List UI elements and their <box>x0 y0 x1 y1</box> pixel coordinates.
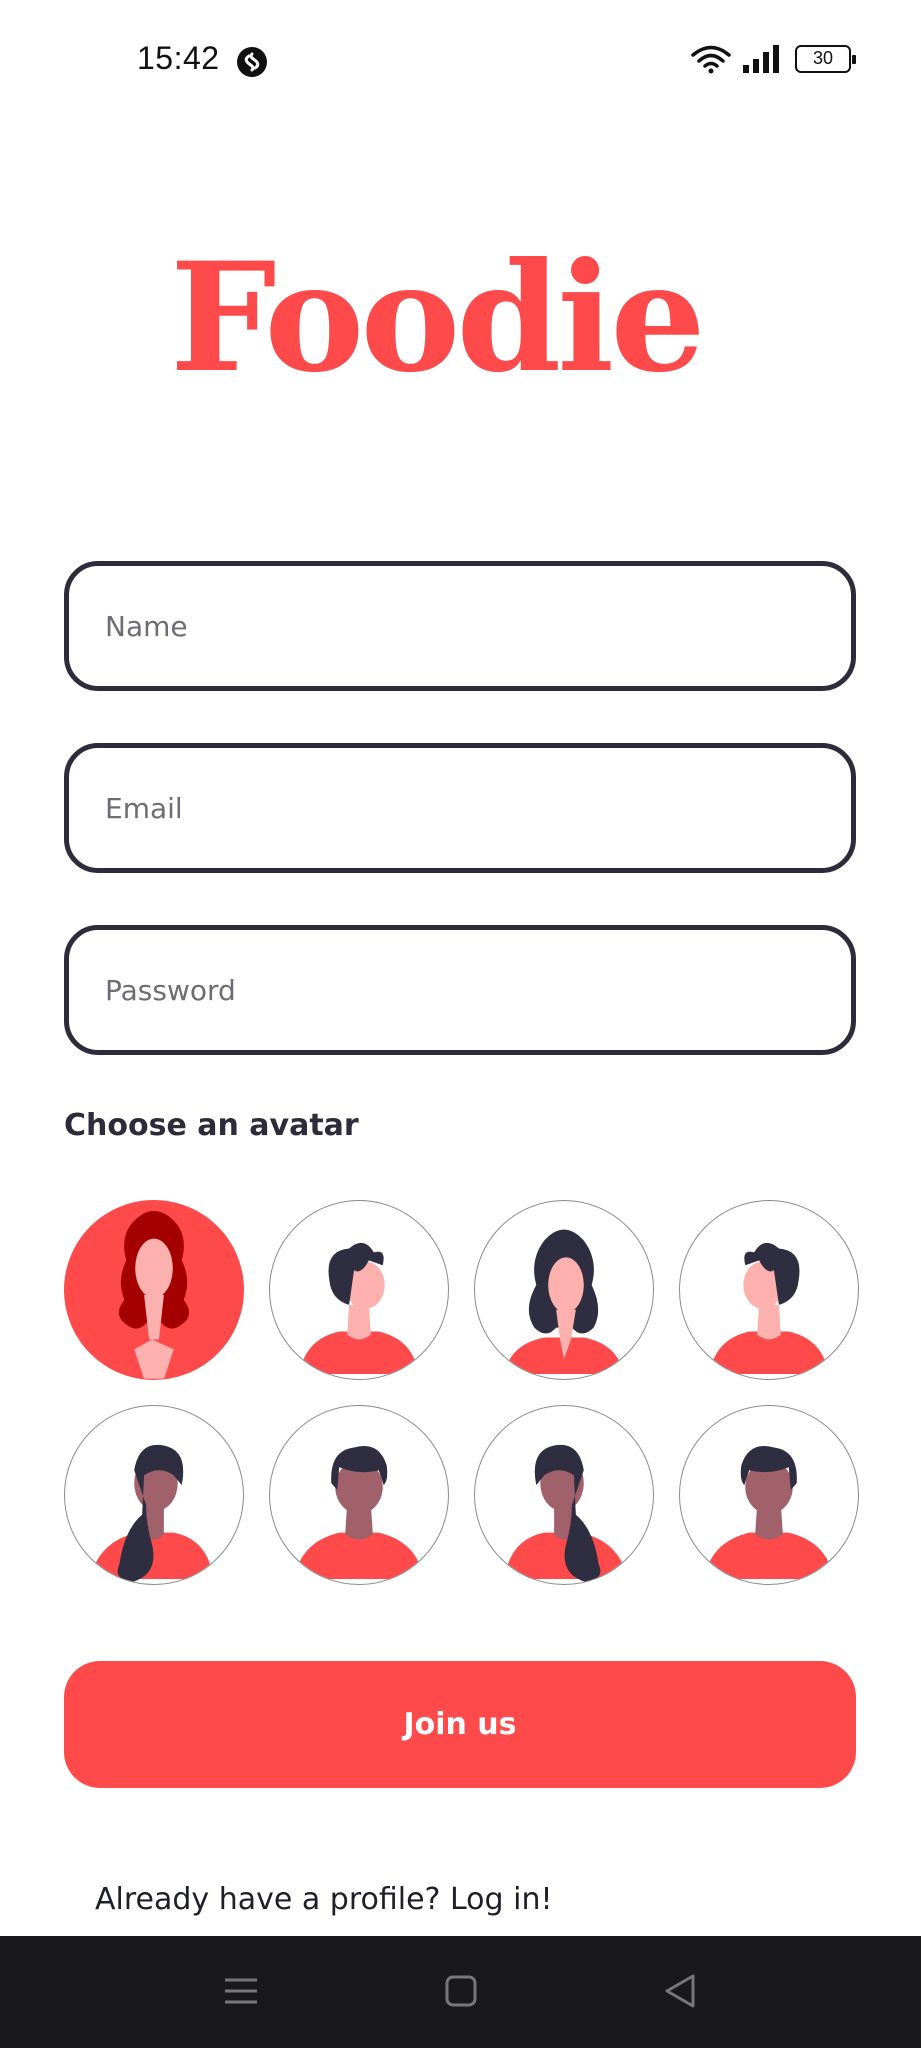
back-triangle-icon[interactable] <box>655 1966 705 2016</box>
name-field[interactable] <box>64 561 856 691</box>
system-nav-bar <box>0 1936 921 2048</box>
avatar-option-3[interactable] <box>474 1200 654 1380</box>
email-field[interactable] <box>64 743 856 873</box>
foodie-logo: Foodie <box>170 235 706 395</box>
avatar-option-7[interactable] <box>474 1405 654 1585</box>
avatar-option-2[interactable] <box>269 1200 449 1380</box>
man-avatar-icon <box>709 1242 829 1375</box>
password-field[interactable] <box>64 925 856 1055</box>
woman-avatar-icon <box>118 1210 190 1379</box>
wifi-icon <box>691 45 731 74</box>
woman-avatar-icon <box>89 1444 214 1583</box>
password-input[interactable] <box>69 930 851 1050</box>
login-link[interactable]: Already have a profile? Log in! <box>95 1882 553 1917</box>
shazam-icon <box>237 47 267 77</box>
status-icons: 30 <box>691 44 856 74</box>
menu-icon[interactable] <box>215 1966 265 2016</box>
woman-avatar-icon <box>504 1444 629 1583</box>
status-bar: 15:42 30 <box>0 0 921 120</box>
woman-avatar-icon <box>504 1229 624 1375</box>
avatar-option-6[interactable] <box>269 1405 449 1585</box>
avatar-option-1[interactable] <box>64 1200 244 1380</box>
signal-icon <box>743 45 779 73</box>
status-time: 15:42 <box>137 40 220 76</box>
battery-indicator: 30 <box>795 45 856 73</box>
avatar-option-8[interactable] <box>679 1405 859 1585</box>
man-avatar-icon <box>704 1446 834 1580</box>
avatar-option-4[interactable] <box>679 1200 859 1380</box>
logo-text: Foodie <box>170 235 702 395</box>
join-us-button[interactable]: Join us <box>64 1661 856 1788</box>
home-square-icon[interactable] <box>435 1966 485 2016</box>
avatar-heading: Choose an avatar <box>64 1108 359 1143</box>
name-input[interactable] <box>69 566 851 686</box>
man-avatar-icon <box>299 1242 419 1375</box>
man-avatar-icon <box>294 1446 424 1580</box>
email-input[interactable] <box>69 748 851 868</box>
avatar-option-5[interactable] <box>64 1405 244 1585</box>
